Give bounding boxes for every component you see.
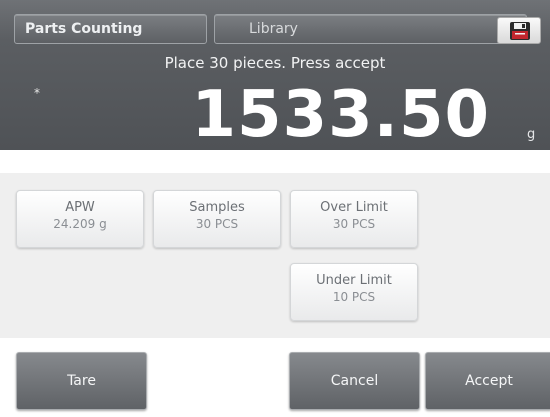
balance-screen: Parts Counting Library Place 30 pieces. …: [0, 0, 550, 417]
floppy-disk-icon: [510, 22, 530, 40]
readout-header: Parts Counting Library Place 30 pieces. …: [0, 0, 550, 169]
over-limit-value: 30 PCS: [332, 217, 376, 231]
status-prompt: Place 30 pieces. Press accept: [164, 54, 386, 72]
samples-button[interactable]: Samples 30 PCS: [153, 190, 281, 248]
weight-readout: 1533.50: [191, 78, 490, 152]
tab-library[interactable]: Library: [214, 14, 527, 44]
accept-button[interactable]: Accept: [425, 352, 550, 410]
cancel-button[interactable]: Cancel: [289, 352, 420, 410]
under-limit-button[interactable]: Under Limit 10 PCS: [290, 263, 418, 321]
weight-unit: g: [527, 127, 536, 142]
secondary-readout: 1533.50 g: [443, 154, 510, 169]
samples-label: Samples: [189, 200, 245, 215]
samples-value: 30 PCS: [195, 217, 239, 231]
tab-parts-counting[interactable]: Parts Counting: [14, 14, 207, 44]
save-button[interactable]: [497, 17, 541, 44]
under-limit-label: Under Limit: [316, 273, 392, 288]
apw-value: 24.209 g: [53, 217, 107, 231]
under-limit-value: 10 PCS: [332, 290, 376, 304]
tare-button[interactable]: Tare: [16, 352, 147, 410]
apw-label: APW: [65, 200, 95, 215]
parameter-panel: APW 24.209 g Samples 30 PCS Over Limit 3…: [0, 173, 550, 338]
over-limit-button[interactable]: Over Limit 30 PCS: [290, 190, 418, 248]
stable-indicator: *: [34, 86, 40, 100]
apw-button[interactable]: APW 24.209 g: [16, 190, 144, 248]
over-limit-label: Over Limit: [320, 200, 388, 215]
